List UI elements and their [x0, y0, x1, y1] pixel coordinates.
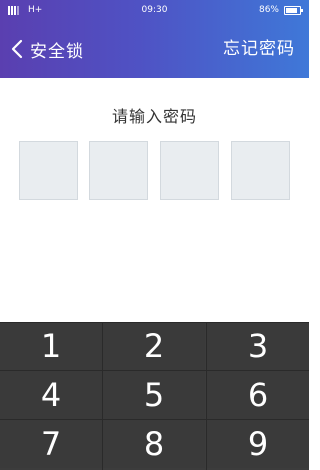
key-2[interactable]: 2	[103, 322, 205, 370]
keypad-divider	[102, 322, 103, 470]
status-bar: H+ 09:30 86%	[0, 0, 309, 22]
keypad-divider	[0, 419, 309, 420]
lock-screen: H+ 09:30 86% 安全锁 忘记密码 请输入密码 1 2 3 4 5 6 …	[0, 0, 309, 470]
header: H+ 09:30 86% 安全锁 忘记密码	[0, 0, 309, 78]
key-9[interactable]: 9	[207, 420, 309, 468]
key-1[interactable]: 1	[0, 322, 102, 370]
key-3[interactable]: 3	[207, 322, 309, 370]
key-5[interactable]: 5	[103, 371, 205, 419]
key-4[interactable]: 4	[0, 371, 102, 419]
back-button[interactable]: 安全锁	[10, 34, 84, 64]
key-6[interactable]: 6	[207, 371, 309, 419]
pin-digit-box-3[interactable]	[160, 141, 219, 200]
chevron-left-icon	[11, 39, 23, 59]
keypad-divider	[206, 322, 207, 470]
battery-icon	[284, 6, 303, 15]
forgot-password-button[interactable]: 忘记密码	[223, 34, 295, 64]
key-7[interactable]: 7	[0, 420, 102, 468]
title-bar: 安全锁 忘记密码	[0, 28, 309, 72]
key-8[interactable]: 8	[103, 420, 205, 468]
battery-percentage: 86%	[258, 5, 279, 15]
page-title: 安全锁	[30, 41, 84, 62]
keypad-divider	[0, 370, 309, 371]
keypad-divider	[0, 322, 309, 323]
pin-digit-box-1[interactable]	[19, 141, 78, 200]
password-prompt: 请输入密码	[111, 107, 197, 126]
pin-digit-box-2[interactable]	[89, 141, 148, 200]
pin-digit-box-4[interactable]	[231, 141, 290, 200]
